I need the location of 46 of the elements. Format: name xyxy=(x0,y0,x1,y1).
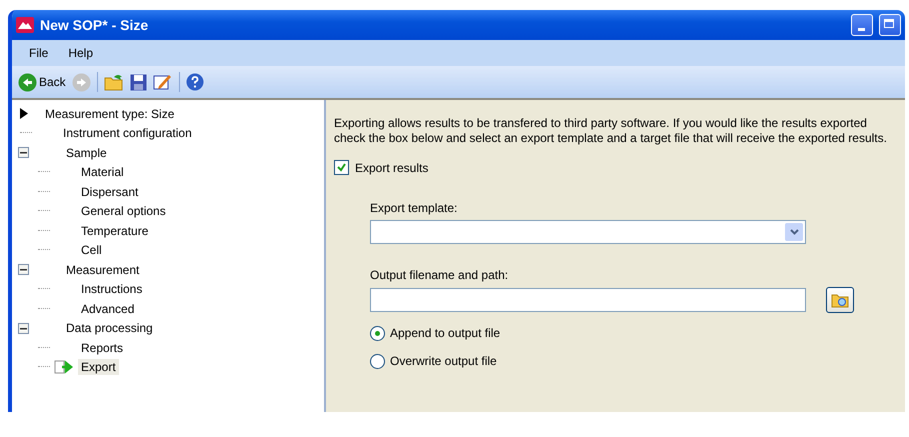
edit-button[interactable] xyxy=(152,73,173,91)
radio-button[interactable] xyxy=(370,354,385,368)
save-button[interactable] xyxy=(130,74,147,90)
collapse-icon[interactable] xyxy=(18,322,29,334)
open-button[interactable] xyxy=(104,73,124,91)
tree-item[interactable]: Cell xyxy=(78,242,105,258)
dropdown-caret-icon xyxy=(785,223,803,241)
folder-icon xyxy=(104,73,124,91)
field-label: Output filename and path: xyxy=(370,268,510,282)
tree-item[interactable]: Sample xyxy=(63,144,110,161)
minimize-button[interactable] xyxy=(851,14,873,36)
pencil-icon xyxy=(152,73,173,91)
window-title: New SOP* - Size xyxy=(40,17,150,33)
export-checkbox[interactable] xyxy=(334,160,349,175)
tree-item[interactable]: Material xyxy=(78,164,127,180)
tree-item[interactable]: General options xyxy=(78,203,169,220)
collapse-icon[interactable] xyxy=(18,147,29,158)
checkbox-label: Export results xyxy=(355,160,428,174)
browse-button[interactable] xyxy=(826,287,854,313)
radio-label: Append to output file xyxy=(390,326,500,340)
folder-search-icon xyxy=(831,292,849,308)
tree-item[interactable]: Measurement type: Size xyxy=(42,106,178,122)
help-button[interactable] xyxy=(186,73,204,91)
menu-item[interactable]: File xyxy=(20,43,58,63)
template-dropdown[interactable] xyxy=(370,220,806,244)
maximize-button[interactable] xyxy=(879,14,901,36)
tree-item[interactable]: Reports xyxy=(78,340,126,356)
tree-item[interactable]: Dispersant xyxy=(78,184,142,200)
description-text: Exporting allows results to be transfered to third party software. If you would like the results exported check the box below and select an export template and a target file that will receive the exported results. xyxy=(334,116,888,146)
tree-item[interactable]: Instructions xyxy=(78,281,146,298)
tree-item[interactable]: Temperature xyxy=(78,222,152,239)
triangle-icon xyxy=(20,108,28,120)
tree-item[interactable]: Export xyxy=(78,359,119,376)
tree-item[interactable]: Data processing xyxy=(63,320,156,336)
radio-button[interactable] xyxy=(370,326,385,340)
field-label: Export template: xyxy=(370,201,458,215)
output-path-field[interactable] xyxy=(370,288,806,312)
help-icon xyxy=(186,73,204,91)
app-logo-icon xyxy=(16,17,34,33)
radio-label: Overwrite output file xyxy=(390,354,497,368)
back-button[interactable]: Back xyxy=(18,72,66,92)
tree-item[interactable]: Advanced xyxy=(78,300,138,317)
tree-item[interactable]: Measurement xyxy=(63,262,142,278)
collapse-icon[interactable] xyxy=(18,264,29,276)
tree-item[interactable]: Instrument configuration xyxy=(60,125,195,142)
menu-item[interactable]: Help xyxy=(59,43,102,63)
